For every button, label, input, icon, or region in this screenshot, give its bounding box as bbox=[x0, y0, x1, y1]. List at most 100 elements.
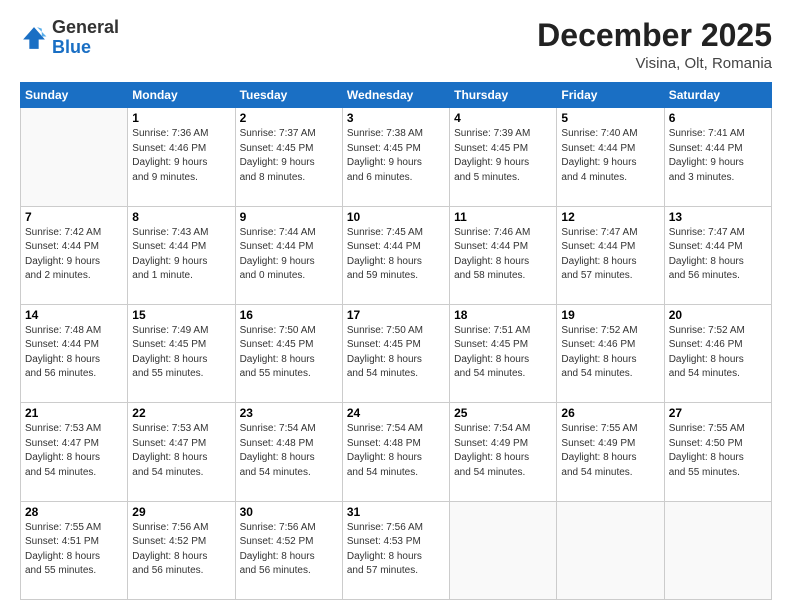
generalblue-logo-icon bbox=[20, 24, 48, 52]
calendar-week-row: 1Sunrise: 7:36 AM Sunset: 4:46 PM Daylig… bbox=[21, 108, 772, 206]
day-number: 30 bbox=[240, 505, 338, 519]
day-info: Sunrise: 7:47 AM Sunset: 4:44 PM Dayligh… bbox=[669, 226, 767, 284]
day-number: 6 bbox=[669, 111, 767, 125]
col-tuesday: Tuesday bbox=[235, 83, 342, 108]
day-info: Sunrise: 7:52 AM Sunset: 4:46 PM Dayligh… bbox=[669, 324, 767, 382]
table-row: 8Sunrise: 7:43 AM Sunset: 4:44 PM Daylig… bbox=[128, 206, 235, 304]
day-number: 15 bbox=[132, 308, 230, 322]
table-row: 2 Sunrise: 7:37 AM Sunset: 4:45 PM Daylig… bbox=[235, 108, 342, 206]
table-row: 11Sunrise: 7:46 AM Sunset: 4:44 PM Dayli… bbox=[450, 206, 557, 304]
day-info: Sunrise: 7:55 AM Sunset: 4:49 PM Dayligh… bbox=[561, 422, 659, 480]
table-row bbox=[664, 501, 771, 599]
day-info: Sunrise: 7:46 AM Sunset: 4:44 PM Dayligh… bbox=[454, 226, 552, 284]
table-row: 31Sunrise: 7:56 AM Sunset: 4:53 PM Dayli… bbox=[342, 501, 449, 599]
table-row: 17 Sunrise: 7:50 AM Sunset: 4:45 PM Dayli… bbox=[342, 304, 449, 402]
day-number: 27 bbox=[669, 406, 767, 420]
table-row: 19 Sunrise: 7:52 AM Sunset: 4:46 PM Dayli… bbox=[557, 304, 664, 402]
day-info: Sunrise: 7:52 AM Sunset: 4:46 PM Dayligh… bbox=[561, 324, 659, 382]
table-row: 4 Sunrise: 7:39 AM Sunset: 4:45 PM Daylig… bbox=[450, 108, 557, 206]
day-number: 22 bbox=[132, 406, 230, 420]
day-info: Sunrise: 7:54 AM Sunset: 4:48 PM Dayligh… bbox=[240, 422, 338, 480]
day-info: Sunrise: 7:41 AM Sunset: 4:44 PM Dayligh… bbox=[669, 127, 767, 185]
day-number: 14 bbox=[25, 308, 123, 322]
logo-text: General Blue bbox=[52, 18, 119, 58]
table-row: 28Sunrise: 7:55 AM Sunset: 4:51 PM Dayli… bbox=[21, 501, 128, 599]
calendar-week-row: 7 Sunrise: 7:42 AM Sunset: 4:44 PM Daylig… bbox=[21, 206, 772, 304]
table-row: 30 Sunrise: 7:56 AM Sunset: 4:52 PM Dayli… bbox=[235, 501, 342, 599]
day-info: Sunrise: 7:45 AM Sunset: 4:44 PM Dayligh… bbox=[347, 226, 445, 284]
day-number: 13 bbox=[669, 210, 767, 224]
month-title: December 2025 bbox=[537, 18, 772, 53]
day-info: Sunrise: 7:39 AM Sunset: 4:45 PM Dayligh… bbox=[454, 127, 552, 185]
day-info: Sunrise: 7:50 AM Sunset: 4:45 PM Dayligh… bbox=[347, 324, 445, 382]
day-number: 31 bbox=[347, 505, 445, 519]
calendar-header-row: Sunday Monday Tuesday Wednesday Thursday… bbox=[21, 83, 772, 108]
day-info: Sunrise: 7:53 AM Sunset: 4:47 PM Dayligh… bbox=[132, 422, 230, 480]
table-row: 12 Sunrise: 7:47 AM Sunset: 4:44 PM Dayli… bbox=[557, 206, 664, 304]
day-info: Sunrise: 7:37 AM Sunset: 4:45 PM Dayligh… bbox=[240, 127, 338, 185]
day-number: 10 bbox=[347, 210, 445, 224]
table-row: 21 Sunrise: 7:53 AM Sunset: 4:47 PM Dayli… bbox=[21, 403, 128, 501]
day-info: Sunrise: 7:51 AM Sunset: 4:45 PM Dayligh… bbox=[454, 324, 552, 382]
table-row: 27Sunrise: 7:55 AM Sunset: 4:50 PM Dayli… bbox=[664, 403, 771, 501]
table-row: 3 Sunrise: 7:38 AM Sunset: 4:45 PM Daylig… bbox=[342, 108, 449, 206]
day-info: Sunrise: 7:54 AM Sunset: 4:48 PM Dayligh… bbox=[347, 422, 445, 480]
table-row: 14 Sunrise: 7:48 AM Sunset: 4:44 PM Dayli… bbox=[21, 304, 128, 402]
logo: General Blue bbox=[20, 18, 119, 58]
day-number: 24 bbox=[347, 406, 445, 420]
table-row: 16Sunrise: 7:50 AM Sunset: 4:45 PM Dayli… bbox=[235, 304, 342, 402]
day-info: Sunrise: 7:38 AM Sunset: 4:45 PM Dayligh… bbox=[347, 127, 445, 185]
table-row: 26 Sunrise: 7:55 AM Sunset: 4:49 PM Dayli… bbox=[557, 403, 664, 501]
day-number: 17 bbox=[347, 308, 445, 322]
day-info: Sunrise: 7:48 AM Sunset: 4:44 PM Dayligh… bbox=[25, 324, 123, 382]
day-number: 26 bbox=[561, 406, 659, 420]
logo-blue: Blue bbox=[52, 38, 119, 58]
table-row: 13 Sunrise: 7:47 AM Sunset: 4:44 PM Dayli… bbox=[664, 206, 771, 304]
day-info: Sunrise: 7:53 AM Sunset: 4:47 PM Dayligh… bbox=[25, 422, 123, 480]
table-row: 15 Sunrise: 7:49 AM Sunset: 4:45 PM Dayli… bbox=[128, 304, 235, 402]
day-number: 19 bbox=[561, 308, 659, 322]
table-row: 5 Sunrise: 7:40 AM Sunset: 4:44 PM Daylig… bbox=[557, 108, 664, 206]
day-info: Sunrise: 7:42 AM Sunset: 4:44 PM Dayligh… bbox=[25, 226, 123, 284]
col-monday: Monday bbox=[128, 83, 235, 108]
day-info: Sunrise: 7:47 AM Sunset: 4:44 PM Dayligh… bbox=[561, 226, 659, 284]
calendar-week-row: 28Sunrise: 7:55 AM Sunset: 4:51 PM Dayli… bbox=[21, 501, 772, 599]
table-row: 20 Sunrise: 7:52 AM Sunset: 4:46 PM Dayli… bbox=[664, 304, 771, 402]
calendar-week-row: 21 Sunrise: 7:53 AM Sunset: 4:47 PM Dayli… bbox=[21, 403, 772, 501]
calendar-table: Sunday Monday Tuesday Wednesday Thursday… bbox=[20, 82, 772, 600]
table-row: 29Sunrise: 7:56 AM Sunset: 4:52 PM Dayli… bbox=[128, 501, 235, 599]
location: Visina, Olt, Romania bbox=[537, 55, 772, 72]
day-number: 2 bbox=[240, 111, 338, 125]
title-section: December 2025 Visina, Olt, Romania bbox=[537, 18, 772, 72]
col-saturday: Saturday bbox=[664, 83, 771, 108]
day-info: Sunrise: 7:49 AM Sunset: 4:45 PM Dayligh… bbox=[132, 324, 230, 382]
day-number: 18 bbox=[454, 308, 552, 322]
table-row bbox=[557, 501, 664, 599]
day-number: 4 bbox=[454, 111, 552, 125]
table-row: 25Sunrise: 7:54 AM Sunset: 4:49 PM Dayli… bbox=[450, 403, 557, 501]
table-row: 22 Sunrise: 7:53 AM Sunset: 4:47 PM Dayli… bbox=[128, 403, 235, 501]
table-row: 1Sunrise: 7:36 AM Sunset: 4:46 PM Daylig… bbox=[128, 108, 235, 206]
day-number: 20 bbox=[669, 308, 767, 322]
day-number: 12 bbox=[561, 210, 659, 224]
day-number: 5 bbox=[561, 111, 659, 125]
day-number: 21 bbox=[25, 406, 123, 420]
day-number: 16 bbox=[240, 308, 338, 322]
day-info: Sunrise: 7:54 AM Sunset: 4:49 PM Dayligh… bbox=[454, 422, 552, 480]
day-info: Sunrise: 7:56 AM Sunset: 4:52 PM Dayligh… bbox=[132, 521, 230, 579]
col-thursday: Thursday bbox=[450, 83, 557, 108]
page: General Blue December 2025 Visina, Olt, … bbox=[0, 0, 792, 612]
col-friday: Friday bbox=[557, 83, 664, 108]
logo-general: General bbox=[52, 18, 119, 38]
table-row: 6 Sunrise: 7:41 AM Sunset: 4:44 PM Daylig… bbox=[664, 108, 771, 206]
table-row: 23 Sunrise: 7:54 AM Sunset: 4:48 PM Dayli… bbox=[235, 403, 342, 501]
day-number: 23 bbox=[240, 406, 338, 420]
day-number: 3 bbox=[347, 111, 445, 125]
day-info: Sunrise: 7:56 AM Sunset: 4:52 PM Dayligh… bbox=[240, 521, 338, 579]
day-number: 8 bbox=[132, 210, 230, 224]
day-info: Sunrise: 7:36 AM Sunset: 4:46 PM Dayligh… bbox=[132, 127, 230, 185]
day-number: 7 bbox=[25, 210, 123, 224]
day-info: Sunrise: 7:44 AM Sunset: 4:44 PM Dayligh… bbox=[240, 226, 338, 284]
table-row: 24 Sunrise: 7:54 AM Sunset: 4:48 PM Dayli… bbox=[342, 403, 449, 501]
day-info: Sunrise: 7:40 AM Sunset: 4:44 PM Dayligh… bbox=[561, 127, 659, 185]
